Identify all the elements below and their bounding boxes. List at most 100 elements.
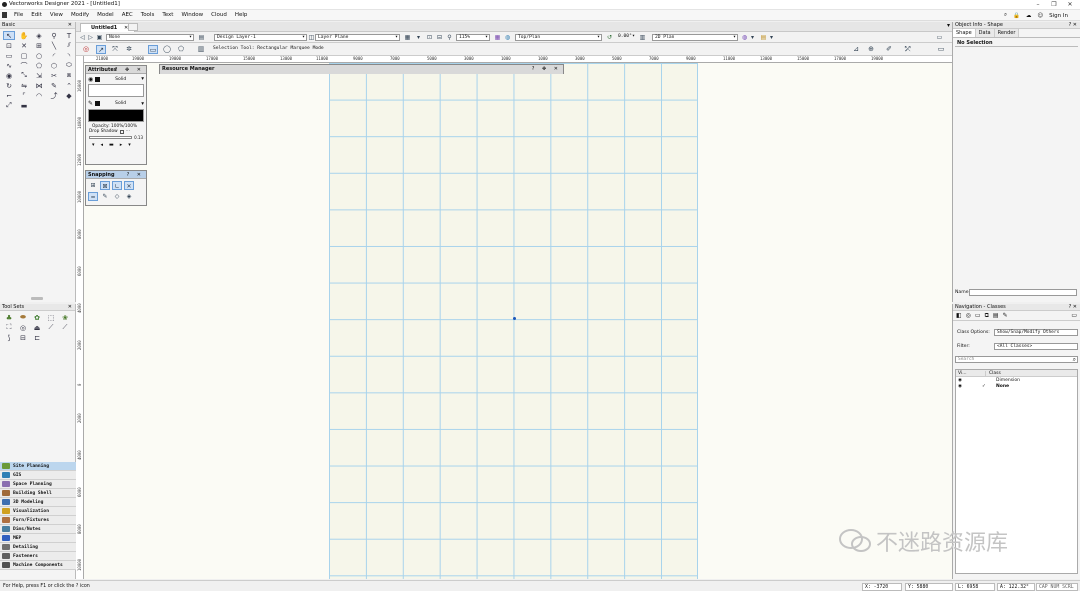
chevron-down-icon[interactable]: ▾ [141, 76, 144, 82]
trim-tool[interactable]: ⌜ [18, 91, 30, 100]
snap-intersection-icon[interactable]: ✕ [124, 181, 134, 190]
page-icon[interactable]: ▭ [975, 312, 981, 319]
line-weight-field[interactable] [89, 136, 133, 139]
rectangle-tool[interactable]: ▭ [3, 51, 15, 60]
paint-bucket-tool[interactable]: ◆ [63, 91, 75, 100]
filter-select[interactable]: <All Classes> [994, 343, 1078, 350]
resource-manager-header[interactable]: Resource Manager ? ✥ ✕ [160, 65, 563, 74]
toolset-building-shell[interactable]: Building Shell [0, 489, 76, 498]
tab-data[interactable]: Data [975, 29, 995, 37]
rectangular-marquee-button[interactable]: ↗ [96, 45, 106, 54]
select-similar-button[interactable]: ⤧ [110, 45, 120, 54]
callout-tool[interactable]: ⊡ [3, 41, 15, 50]
snap-icon[interactable]: ◎ [81, 45, 91, 54]
name-field[interactable] [969, 289, 1077, 296]
snap-object-icon[interactable]: ⊠ [100, 181, 110, 190]
active-plane-select[interactable]: Layer Plane [315, 34, 400, 41]
view-select[interactable]: Top/Plan [515, 34, 602, 41]
tab-render[interactable]: Render [994, 29, 1020, 37]
split-tool[interactable]: ⧈ [63, 71, 75, 80]
rotate-view-icon[interactable]: ↺ [606, 34, 613, 41]
angle-icon[interactable]: ⊿ [851, 45, 861, 54]
grade-tool[interactable]: ⛶ [3, 323, 15, 332]
fill-swatch[interactable] [95, 76, 101, 82]
menu-model[interactable]: Model [93, 10, 118, 21]
new-tab-button[interactable] [128, 23, 138, 31]
copy-icon[interactable]: ⧉ [985, 312, 989, 320]
spiral-tool[interactable]: ◉ [3, 71, 15, 80]
close-icon[interactable]: ✕ [68, 22, 72, 29]
back-icon[interactable]: ◁ [79, 34, 86, 41]
expand-icon[interactable]: ▭ [1071, 312, 1077, 319]
eye-icon[interactable]: ◎ [966, 312, 971, 319]
road-tool[interactable]: ⟋ [45, 323, 57, 332]
class-row[interactable]: ◉ ✓ None [956, 383, 1077, 389]
chevron-down-icon[interactable]: ▾ [947, 22, 950, 29]
rotate-tool[interactable]: ↻ [3, 81, 15, 90]
clip-tool[interactable]: ✂ [48, 71, 60, 80]
parking-tool[interactable]: ⊟ [17, 333, 29, 342]
forward-icon[interactable]: ▷ [87, 34, 94, 41]
close-icon[interactable]: ✕ [68, 304, 72, 311]
menu-tools[interactable]: Tools [137, 10, 159, 21]
menu-help[interactable]: Help [231, 10, 252, 21]
snap-grid-icon[interactable]: ⊞ [88, 181, 98, 190]
freehand-tool[interactable]: ∿ [3, 61, 15, 70]
zoom-prev-icon[interactable]: ⊟ [436, 34, 443, 41]
stake-tool[interactable]: ⊞ [33, 41, 45, 50]
toolset-detailing[interactable]: Detailing [0, 543, 76, 552]
toolset-dims-notes[interactable]: Dims/Notes [0, 525, 76, 534]
quarter-arc-tool[interactable]: ◝ [63, 51, 75, 60]
col-class[interactable]: Class [986, 371, 1001, 376]
menu-view[interactable]: View [46, 10, 67, 21]
line-tool[interactable]: ╲ [48, 41, 60, 50]
rectangle-marquee-mode[interactable]: ▭ [148, 45, 158, 54]
offset-tool[interactable]: ⇲ [33, 71, 45, 80]
eyedropper-tool[interactable]: ✎ [48, 81, 60, 90]
edit-icon[interactable]: ✎ [1003, 312, 1008, 319]
expand-icon[interactable]: ▭ [936, 45, 946, 54]
menu-text[interactable]: Text [158, 10, 177, 21]
line-icon[interactable]: ▬ [109, 142, 114, 148]
mirror-axis-tool[interactable]: ⤢ [3, 101, 15, 110]
toolset-mep[interactable]: MEP [0, 534, 76, 543]
menu-aec[interactable]: AEC [118, 10, 137, 21]
text-tool[interactable]: T [63, 31, 75, 40]
active-class-select[interactable]: None [106, 34, 194, 41]
menu-cloud[interactable]: Cloud [207, 10, 231, 21]
hardscape-tool[interactable]: ⬬ [17, 313, 29, 322]
connect-tool[interactable]: ⋈ [33, 81, 45, 90]
visibility-icon[interactable]: ◍ [741, 34, 748, 41]
toolset-machine-components[interactable]: Machine Components [0, 561, 76, 570]
lasso-mode[interactable]: ◯ [162, 45, 172, 54]
palette-controls[interactable]: ? ✕ [1069, 304, 1077, 311]
zoom-tool[interactable]: ⚲ [48, 31, 60, 40]
search-icon[interactable]: ⌕ [1004, 12, 1007, 19]
search-input[interactable]: Search [955, 356, 1078, 363]
chevron-down-icon[interactable]: ▾ [768, 34, 775, 41]
snap-edge-icon[interactable]: ◈ [124, 192, 134, 201]
render-mode-select[interactable]: 2D Plan [652, 34, 738, 41]
toolset-visualization[interactable]: Visualization [0, 507, 76, 516]
mirror-tool[interactable]: ⇋ [18, 81, 30, 90]
pad-tool[interactable]: ⏏ [31, 323, 43, 332]
chevron-down-icon[interactable]: ▾ [92, 142, 95, 148]
menu-file[interactable]: File [10, 10, 27, 21]
active-layer-select[interactable]: Design Layer-1 [214, 34, 307, 41]
snap-point-icon[interactable]: ◇ [112, 192, 122, 201]
class-options-select[interactable]: Show/Snap/Modify Others [994, 329, 1078, 336]
tab-shape[interactable]: Shape [953, 29, 976, 37]
snap-settings-icon[interactable]: ⊕ [866, 45, 876, 54]
fence-tool[interactable]: ⟋ [59, 323, 71, 332]
palette-controls[interactable]: ? ✕ [127, 171, 144, 179]
snap-tangent-icon[interactable]: ✎ [100, 192, 110, 201]
smart-cursor-icon[interactable]: ⤱ [903, 45, 913, 54]
arc-tool[interactable]: ◜ [48, 51, 60, 60]
contour-tool[interactable]: ⟆ [3, 333, 15, 342]
chevron-down-icon[interactable]: ▾ [141, 101, 144, 107]
arrow-left-icon[interactable]: ◂ [101, 142, 104, 148]
list-icon[interactable]: ▤ [993, 312, 999, 319]
expand-icon[interactable]: ▭ [936, 34, 943, 41]
palette-controls[interactable]: ? ✕ [1069, 22, 1077, 29]
chevron-down-icon[interactable]: ▾ [128, 142, 131, 148]
